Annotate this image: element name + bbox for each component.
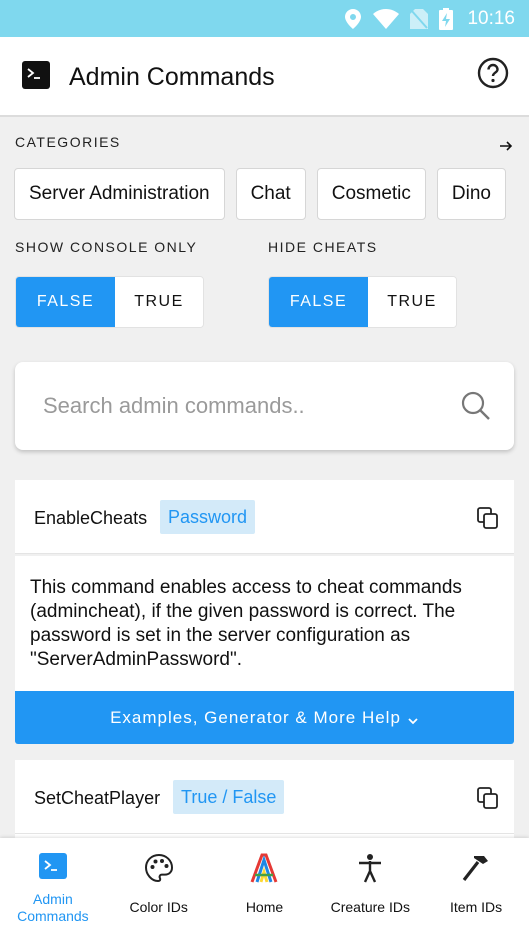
hide-cheats-true-button[interactable]: TRUE	[368, 277, 456, 327]
status-time: 10:16	[467, 7, 515, 29]
bottom-nav: Admin Commands Color IDs Home Creature I…	[0, 838, 529, 942]
copy-icon[interactable]	[476, 506, 500, 530]
creature-icon	[354, 852, 386, 884]
command-name: SetCheatPlayer	[34, 788, 161, 808]
hide-cheats-false-button[interactable]: FALSE	[269, 277, 368, 327]
page-title: Admin Commands	[69, 63, 275, 91]
command-description: This command enables access to cheat com…	[15, 556, 514, 691]
categories-label: CATEGORIES	[15, 134, 121, 150]
command-name: EnableCheats	[34, 508, 148, 528]
show-console-true-button[interactable]: TRUE	[115, 277, 203, 327]
command-card-header: SetCheatPlayer True / False	[15, 760, 514, 834]
nav-color-ids[interactable]: Color IDs	[106, 838, 212, 942]
nav-home[interactable]: Home	[212, 838, 318, 942]
hide-cheats-toggle: FALSE TRUE	[268, 276, 457, 328]
more-help-label: Examples, Generator & More Help	[110, 707, 401, 727]
copy-icon[interactable]	[476, 786, 500, 810]
battery-charging-icon	[439, 7, 454, 30]
home-logo-icon	[248, 852, 280, 884]
category-chips: Server Administration Chat Cosmetic Dino	[14, 168, 529, 220]
command-param-badge: True / False	[173, 780, 285, 814]
chip-cosmetic[interactable]: Cosmetic	[316, 168, 426, 220]
show-console-only-toggle: FALSE TRUE	[15, 276, 204, 328]
search-icon[interactable]	[460, 390, 492, 422]
hammer-icon	[460, 852, 492, 884]
command-card-header: EnableCheats Password	[15, 480, 514, 554]
wifi-icon	[373, 8, 400, 29]
chip-chat[interactable]: Chat	[235, 168, 306, 220]
nav-label: Admin Commands	[17, 891, 89, 924]
status-bar: 10:16	[0, 0, 529, 37]
app-bar: Admin Commands	[0, 37, 529, 117]
help-icon[interactable]	[477, 57, 509, 89]
search-input[interactable]	[43, 388, 443, 424]
nav-label: Creature IDs	[330, 899, 410, 915]
chip-dino[interactable]: Dino	[436, 168, 506, 220]
terminal-icon	[22, 61, 50, 89]
terminal-icon	[37, 852, 69, 884]
show-console-only-label: SHOW CONSOLE ONLY	[15, 239, 198, 255]
nav-admin-commands[interactable]: Admin Commands	[0, 838, 106, 942]
no-sim-icon	[409, 8, 429, 29]
nav-label: Color IDs	[129, 899, 188, 915]
arrow-right-icon[interactable]	[498, 138, 514, 154]
show-console-false-button[interactable]: FALSE	[16, 277, 115, 327]
nav-item-ids[interactable]: Item IDs	[423, 838, 529, 942]
search-box	[15, 362, 514, 450]
more-help-button[interactable]: Examples, Generator & More Help	[15, 691, 514, 744]
nav-label: Home	[245, 899, 284, 915]
palette-icon	[143, 852, 175, 884]
nav-creature-ids[interactable]: Creature IDs	[317, 838, 423, 942]
chevron-down-icon	[407, 712, 419, 724]
nav-label: Item IDs	[450, 899, 503, 915]
command-param-badge: Password	[160, 500, 256, 534]
hide-cheats-label: HIDE CHEATS	[268, 239, 378, 255]
chip-server-administration[interactable]: Server Administration	[14, 168, 225, 220]
location-icon	[343, 8, 363, 29]
